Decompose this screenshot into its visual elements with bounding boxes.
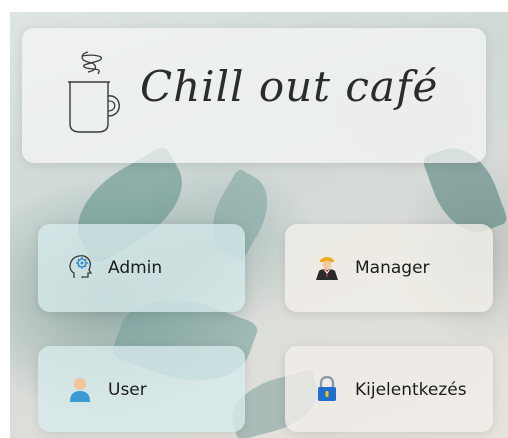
window-left-edge <box>0 0 10 438</box>
app-window: Chill out café Admin Manager User Kijele… <box>0 0 508 438</box>
brand-title: Chill out café <box>140 62 439 111</box>
admin-button[interactable]: Admin <box>38 224 245 312</box>
window-top-edge <box>0 0 508 12</box>
admin-label: Admin <box>108 258 163 278</box>
user-person-icon <box>70 378 90 402</box>
coffee-mug-icon <box>68 51 120 133</box>
manager-person-icon <box>316 257 338 280</box>
manager-button[interactable]: Manager <box>285 224 493 312</box>
head-gear-icon <box>69 255 92 278</box>
user-button[interactable]: User <box>38 346 245 432</box>
padlock-icon <box>318 376 336 401</box>
logout-label: Kijelentkezés <box>355 380 467 400</box>
logout-button[interactable]: Kijelentkezés <box>285 346 493 432</box>
manager-label: Manager <box>355 258 430 278</box>
user-label: User <box>108 380 147 400</box>
